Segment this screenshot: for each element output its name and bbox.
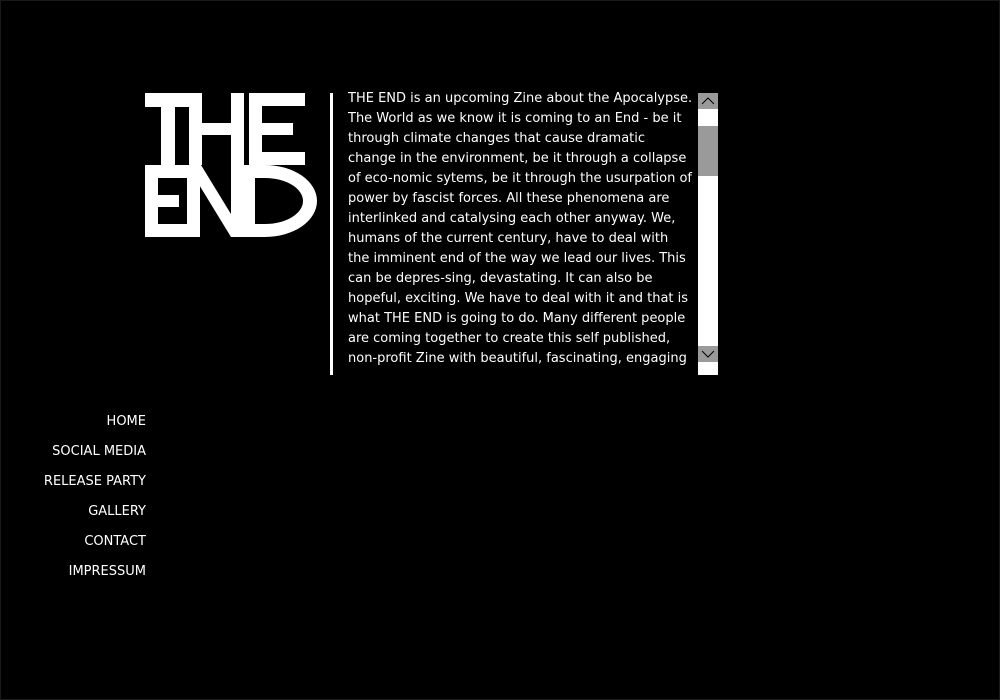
- main-nav: HOME SOCIAL MEDIA RELEASE PARTY GALLERY …: [30, 412, 146, 592]
- logo-graphic: [145, 93, 317, 237]
- scroll-down-button[interactable]: [698, 346, 718, 362]
- scroll-up-button[interactable]: [698, 93, 718, 109]
- nav-item-gallery[interactable]: GALLERY: [30, 502, 146, 532]
- logo[interactable]: [145, 93, 317, 237]
- nav-item-release-party[interactable]: RELEASE PARTY: [30, 472, 146, 502]
- nav-item-social-media[interactable]: SOCIAL MEDIA: [30, 442, 146, 472]
- vertical-divider: [330, 93, 333, 375]
- nav-item-home[interactable]: HOME: [30, 412, 146, 442]
- scroll-thumb[interactable]: [698, 126, 718, 176]
- nav-item-contact[interactable]: CONTACT: [30, 532, 146, 562]
- chevron-down-icon: [701, 350, 715, 358]
- nav-item-impressum[interactable]: IMPRESSUM: [30, 562, 146, 592]
- intro-paragraph: THE END is an upcoming Zine about the Ap…: [348, 91, 693, 366]
- scrollbar[interactable]: [698, 93, 718, 375]
- intro-text-box[interactable]: THE END is an upcoming Zine about the Ap…: [348, 89, 693, 371]
- chevron-up-icon: [701, 97, 715, 105]
